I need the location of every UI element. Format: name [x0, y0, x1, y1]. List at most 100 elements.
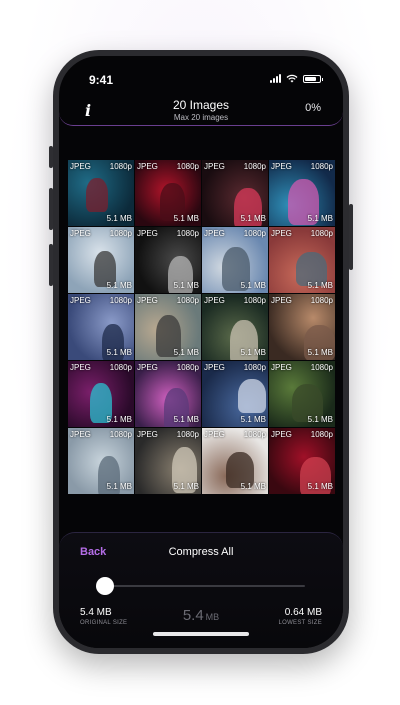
image-tile[interactable]: JPEG 1080p 5.1 MB — [202, 361, 268, 427]
power-button — [349, 204, 353, 270]
current-size-unit: MB — [205, 612, 220, 622]
image-size-label: 5.1 MB — [173, 415, 199, 424]
image-tile[interactable]: JPEG 1080p 5.1 MB — [269, 160, 335, 226]
bottom-panel: Back Compress All 5.4 MB ORIGINAL SIZE 5… — [59, 532, 343, 648]
image-tile[interactable]: JPEG 1080p 5.1 MB — [202, 227, 268, 293]
image-format-label: JPEG — [204, 162, 225, 171]
image-format-label: JPEG — [70, 296, 91, 305]
image-size-label: 5.1 MB — [307, 348, 333, 357]
image-size-label: 5.1 MB — [240, 482, 266, 491]
image-tile[interactable]: JPEG 1080p 5.1 MB — [135, 294, 201, 360]
page-subtitle: Max 20 images — [173, 113, 229, 122]
image-size-label: 5.1 MB — [106, 348, 132, 357]
image-format-label: JPEG — [137, 229, 158, 238]
image-size-label: 5.1 MB — [106, 281, 132, 290]
image-resolution-label: 1080p — [310, 229, 333, 238]
volume-up-button — [49, 188, 53, 230]
image-format-label: JPEG — [204, 363, 225, 372]
image-resolution-label: 1080p — [176, 162, 199, 171]
image-tile[interactable]: JPEG 1080p 5.1 MB — [269, 361, 335, 427]
image-tile[interactable]: JPEG 1080p 5.1 MB — [202, 294, 268, 360]
image-resolution-label: 1080p — [243, 363, 266, 372]
battery-icon — [303, 74, 323, 83]
image-tile[interactable]: JPEG 1080p 5.1 MB — [68, 227, 134, 293]
image-size-label: 5.1 MB — [307, 214, 333, 223]
image-resolution-label: 1080p — [310, 430, 333, 439]
image-tile[interactable]: JPEG 1080p 5.1 MB — [269, 294, 335, 360]
image-tile[interactable]: JPEG 1080p 5.1 MB — [135, 361, 201, 427]
quality-slider-track[interactable] — [105, 585, 305, 587]
image-tile[interactable]: JPEG 1080p 5.1 MB — [135, 160, 201, 226]
image-size-label: 5.1 MB — [173, 214, 199, 223]
lowest-size-label: LOWEST SIZE — [278, 620, 322, 626]
status-icons — [270, 74, 323, 83]
image-grid: JPEG 1080p 5.1 MB JPEG 1080p 5.1 MB JPEG 1080p 5… — [68, 160, 335, 494]
image-resolution-label: 1080p — [109, 430, 132, 439]
image-format-label: JPEG — [271, 229, 292, 238]
lowest-size-value: 0.64 MB — [284, 607, 322, 618]
image-resolution-label: 1080p — [310, 363, 333, 372]
image-resolution-label: 1080p — [243, 296, 266, 305]
app-screen: 9:41 i 20 Images Max 20 images 0% JPEG 10… — [59, 56, 343, 648]
photo-subject — [238, 379, 266, 413]
image-format-label: JPEG — [204, 430, 225, 439]
image-resolution-label: 1080p — [243, 162, 266, 171]
image-tile[interactable]: JPEG 1080p 5.1 MB — [68, 294, 134, 360]
image-tile[interactable]: JPEG 1080p 5.1 MB — [269, 428, 335, 494]
image-size-label: 5.1 MB — [173, 348, 199, 357]
image-resolution-label: 1080p — [109, 229, 132, 238]
image-format-label: JPEG — [70, 229, 91, 238]
image-format-label: JPEG — [271, 162, 292, 171]
image-size-label: 5.1 MB — [106, 415, 132, 424]
image-format-label: JPEG — [70, 430, 91, 439]
image-tile[interactable]: JPEG 1080p 5.1 MB — [135, 227, 201, 293]
page-title: 20 Images — [172, 98, 230, 112]
volume-down-button — [49, 244, 53, 286]
image-tile[interactable]: JPEG 1080p 5.1 MB — [269, 227, 335, 293]
image-resolution-label: 1080p — [176, 296, 199, 305]
image-format-label: JPEG — [204, 229, 225, 238]
image-resolution-label: 1080p — [243, 430, 266, 439]
mute-switch — [49, 146, 53, 168]
image-size-label: 5.1 MB — [106, 482, 132, 491]
image-resolution-label: 1080p — [109, 296, 132, 305]
wifi-icon — [286, 74, 298, 83]
image-size-label: 5.1 MB — [173, 482, 199, 491]
image-size-label: 5.1 MB — [307, 281, 333, 290]
image-format-label: JPEG — [137, 363, 158, 372]
image-size-label: 5.1 MB — [307, 482, 333, 491]
quality-slider-thumb[interactable] — [96, 577, 114, 595]
image-resolution-label: 1080p — [243, 229, 266, 238]
image-format-label: JPEG — [271, 430, 292, 439]
image-tile[interactable]: JPEG 1080p 5.1 MB — [202, 428, 268, 494]
photo-subject — [86, 178, 108, 212]
image-size-label: 5.1 MB — [240, 348, 266, 357]
home-indicator — [153, 632, 249, 636]
image-format-label: JPEG — [137, 430, 158, 439]
image-format-label: JPEG — [137, 296, 158, 305]
image-format-label: JPEG — [204, 296, 225, 305]
image-size-label: 5.1 MB — [240, 281, 266, 290]
image-tile[interactable]: JPEG 1080p 5.1 MB — [68, 428, 134, 494]
image-tile[interactable]: JPEG 1080p 5.1 MB — [202, 160, 268, 226]
progress-percent: 0% — [305, 102, 321, 114]
image-size-label: 5.1 MB — [106, 214, 132, 223]
image-resolution-label: 1080p — [109, 363, 132, 372]
header-bar: i 20 Images Max 20 images 0% — [59, 96, 343, 126]
image-format-label: JPEG — [137, 162, 158, 171]
image-size-label: 5.1 MB — [307, 415, 333, 424]
compress-all-button[interactable]: Compress All — [59, 546, 343, 558]
image-size-label: 5.1 MB — [240, 214, 266, 223]
image-tile[interactable]: JPEG 1080p 5.1 MB — [135, 428, 201, 494]
image-tile[interactable]: JPEG 1080p 5.1 MB — [68, 160, 134, 226]
image-format-label: JPEG — [70, 162, 91, 171]
status-bar: 9:41 — [59, 56, 343, 96]
image-resolution-label: 1080p — [176, 363, 199, 372]
status-time: 9:41 — [89, 73, 114, 87]
image-format-label: JPEG — [271, 296, 292, 305]
image-format-label: JPEG — [271, 363, 292, 372]
image-tile[interactable]: JPEG 1080p 5.1 MB — [68, 361, 134, 427]
image-size-label: 5.1 MB — [240, 415, 266, 424]
cellular-signal-icon — [270, 74, 281, 83]
image-resolution-label: 1080p — [176, 229, 199, 238]
